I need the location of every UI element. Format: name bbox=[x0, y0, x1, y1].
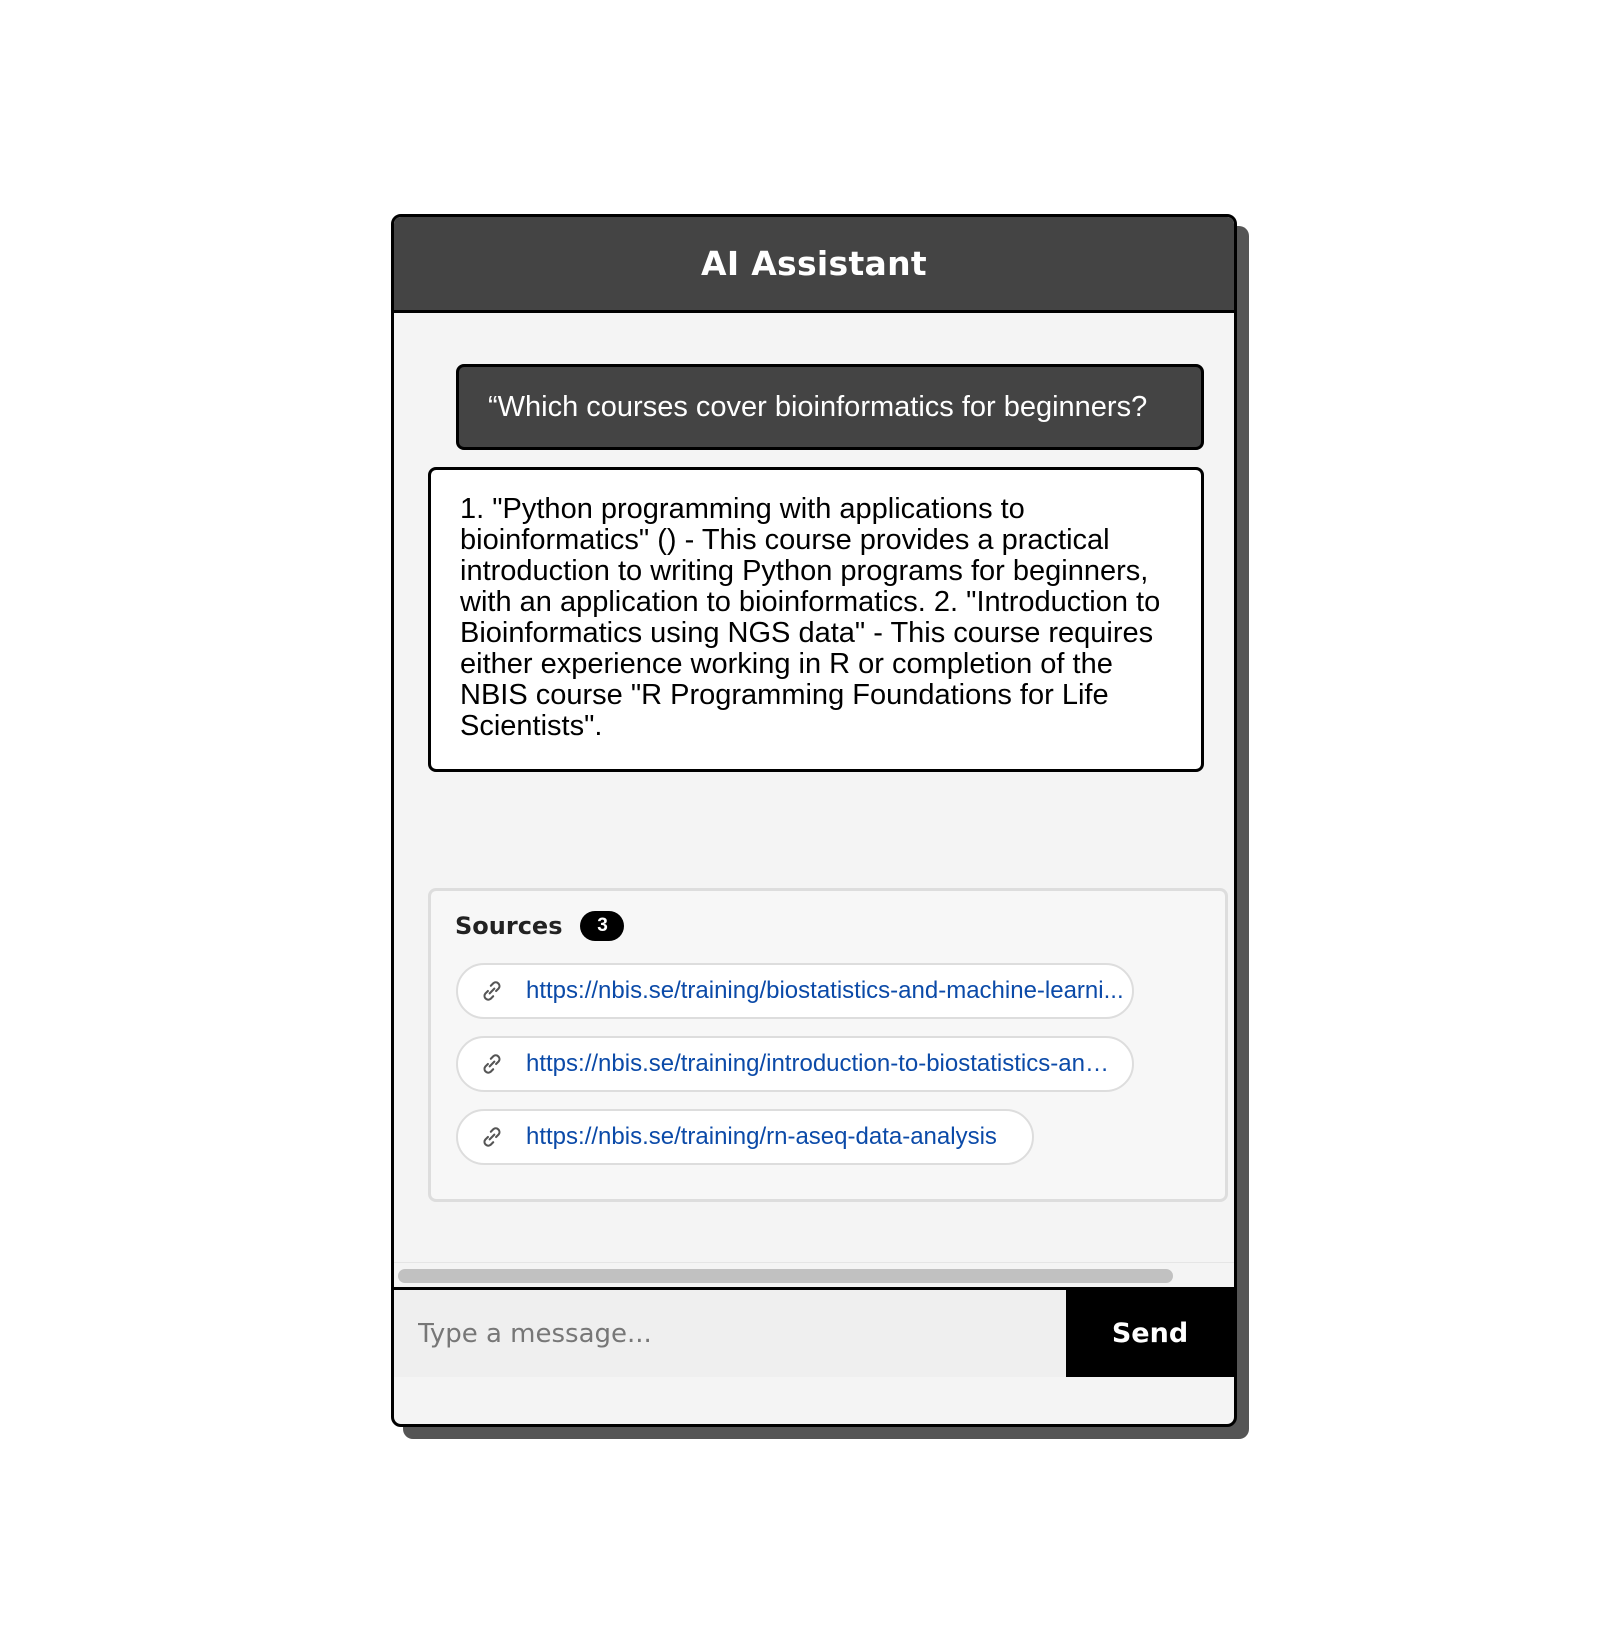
source-link[interactable]: https://nbis.se/training/rn-aseq-data-an… bbox=[526, 1123, 1005, 1151]
sources-label: Sources bbox=[455, 912, 563, 940]
message-list: “Which courses cover bioinformatics for … bbox=[394, 313, 1234, 1323]
chat-header: AI Assistant bbox=[394, 217, 1234, 313]
source-link[interactable]: https://nbis.se/training/biostatistics-a… bbox=[526, 977, 1132, 1005]
sources-header: Sources 3 bbox=[455, 911, 625, 941]
link-icon bbox=[483, 1054, 501, 1074]
source-item[interactable]: https://nbis.se/training/rn-aseq-data-an… bbox=[456, 1109, 1034, 1165]
link-icon bbox=[483, 1127, 501, 1147]
message-input[interactable] bbox=[394, 1290, 1066, 1377]
scrollbar-thumb[interactable] bbox=[398, 1269, 1173, 1283]
source-link[interactable]: https://nbis.se/training/introduction-to… bbox=[526, 1050, 1117, 1078]
link-icon bbox=[483, 981, 501, 1001]
horizontal-scrollbar[interactable] bbox=[394, 1262, 1234, 1287]
sources-panel: Sources 3 https://nbis.se/training/biost… bbox=[428, 888, 1228, 1202]
source-item[interactable]: https://nbis.se/training/introduction-to… bbox=[456, 1036, 1134, 1092]
chat-title: AI Assistant bbox=[701, 244, 927, 283]
source-item[interactable]: https://nbis.se/training/biostatistics-a… bbox=[456, 963, 1134, 1019]
user-message: “Which courses cover bioinformatics for … bbox=[456, 364, 1204, 450]
send-button[interactable]: Send bbox=[1066, 1290, 1234, 1377]
input-bar: Send bbox=[394, 1287, 1234, 1377]
chat-window: AI Assistant “Which courses cover bioinf… bbox=[391, 214, 1237, 1427]
assistant-message: 1. "Python programming with applications… bbox=[428, 467, 1204, 772]
sources-count-badge: 3 bbox=[580, 911, 625, 941]
